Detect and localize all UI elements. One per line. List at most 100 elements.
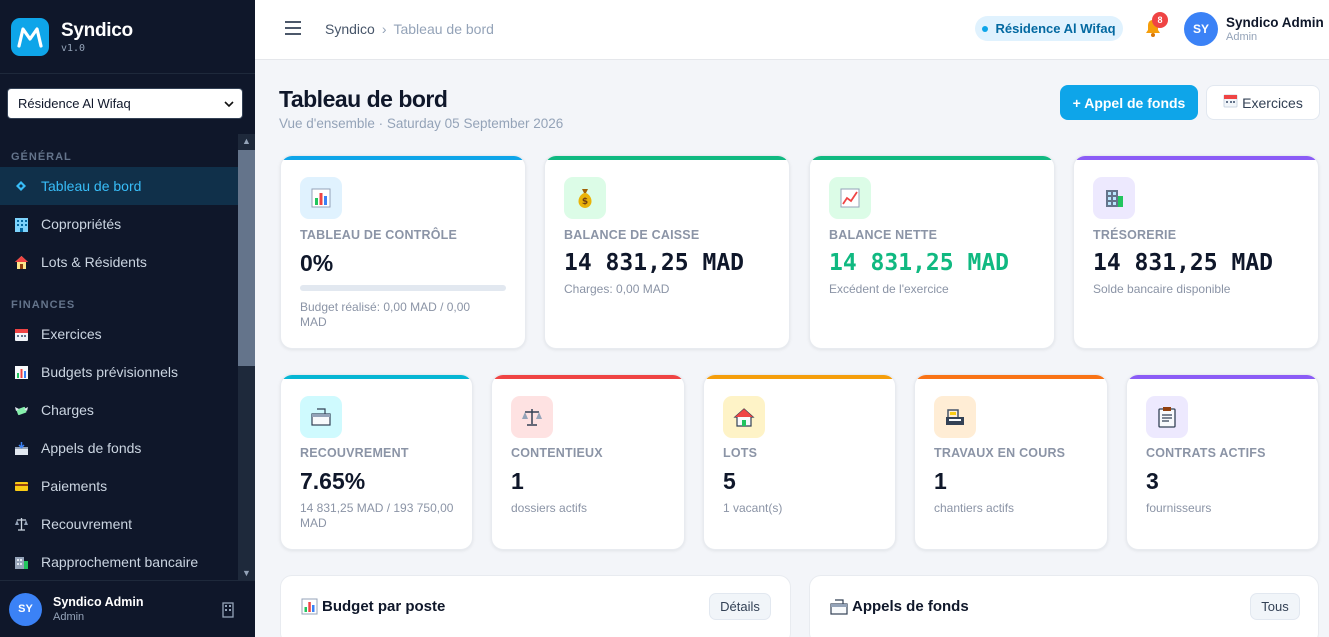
kpi-subtext: Charges: 0,00 MAD (564, 282, 670, 296)
sidebar-item-exercices[interactable]: Exercices (0, 315, 238, 353)
nav-section-title: FINANCES (11, 299, 76, 311)
kpi-accent-bar (281, 156, 525, 160)
kpi-accent-bar (1127, 375, 1318, 379)
scales-icon (13, 516, 29, 532)
sidebar-item-rapprochement-bancaire[interactable]: Rapprochement bancaire (0, 543, 238, 580)
kpi-label: BALANCE DE CAISSE (564, 228, 700, 242)
residence-select-value: Résidence Al Wifaq (18, 96, 131, 111)
sidebar-item-tableau-de-bord[interactable]: Tableau de bord (0, 167, 238, 205)
kpi-accent-bar (281, 375, 472, 379)
residence-badge-label: Résidence Al Wifaq (995, 21, 1116, 36)
user-menu[interactable]: SY Syndico Admin Admin (1184, 12, 1324, 46)
kpi-value: 3 (1146, 468, 1159, 494)
kpi-accent-bar (704, 375, 895, 379)
scroll-up-arrow-icon[interactable]: ▲ (238, 134, 255, 148)
bell-icon[interactable]: 8 (1144, 12, 1168, 42)
kpi-card-tresorerie[interactable]: TRÉSORERIE 14 831,25 MAD Solde bancaire … (1073, 155, 1319, 349)
panel-appels-de-fonds: Appels de fonds Tous (809, 575, 1319, 637)
menu-hamburger-icon[interactable] (285, 21, 301, 40)
chevron-down-icon (224, 96, 234, 111)
kpi-card-tableau-controle[interactable]: TABLEAU DE CONTRÔLE 0% Budget réalisé: 0… (280, 155, 526, 349)
panel-title-text: Appels de fonds (852, 598, 969, 615)
kpi-value: 14 831,25 MAD (1093, 250, 1274, 276)
clipboard-icon (1146, 396, 1188, 438)
nav-section-title: GÉNÉRAL (11, 151, 72, 163)
sidebar-nav: GÉNÉRAL Tableau de bord Copropriétés Lot… (0, 134, 238, 580)
sidebar-item-recouvrement[interactable]: Recouvrement (0, 505, 238, 543)
sidebar-item-paiements[interactable]: Paiements (0, 467, 238, 505)
house-icon (723, 396, 765, 438)
sidebar-item-label: Recouvrement (41, 516, 133, 532)
kpi-label: TABLEAU DE CONTRÔLE (300, 228, 458, 242)
brand[interactable]: Syndico v1.0 (0, 0, 255, 74)
kpi-card-lots[interactable]: LOTS 5 1 vacant(s) (703, 374, 896, 550)
panel-title-text: Budget par poste (322, 598, 446, 615)
kpi-card-balance-caisse[interactable]: $ BALANCE DE CAISSE 14 831,25 MAD Charge… (544, 155, 790, 349)
sidebar-user-role: Admin (53, 611, 85, 623)
scales-icon (511, 396, 553, 438)
sidebar-item-budgets-previsionnels[interactable]: Budgets prévisionnels (0, 353, 238, 391)
sidebar-scrollbar-thumb[interactable] (238, 150, 255, 366)
kpi-subtext: fournisseurs (1146, 501, 1212, 515)
kpi-accent-bar (810, 156, 1054, 160)
kpi-subtext: chantiers actifs (934, 501, 1015, 515)
page-subtitle: Vue d'ensemble · Saturday 05 September 2… (279, 116, 564, 131)
inbox-tray-icon (300, 396, 342, 438)
topbar: Syndico › Tableau de bord Résidence Al W… (255, 0, 1329, 60)
sidebar-item-label: Rapprochement bancaire (41, 554, 199, 570)
scroll-down-arrow-icon[interactable]: ▼ (238, 566, 255, 580)
breadcrumb-root[interactable]: Syndico (325, 21, 375, 37)
exercices-button[interactable]: Exercices (1206, 85, 1320, 120)
sidebar-item-lots-residents[interactable]: Lots & Résidents (0, 243, 238, 281)
residence-select[interactable]: Résidence Al Wifaq (7, 88, 243, 119)
kpi-subtext: Solde bancaire disponible (1093, 282, 1231, 296)
sidebar-item-label: Charges (41, 402, 94, 418)
diamond-icon (13, 178, 29, 194)
sidebar-item-label: Appels de fonds (41, 440, 142, 456)
breadcrumb-separator: › (381, 21, 387, 37)
kpi-card-contentieux[interactable]: CONTENTIEUX 1 dossiers actifs (491, 374, 685, 550)
sidebar-item-label: Paiements (41, 478, 108, 494)
kpi-subtext: Excédent de l'exercice (829, 282, 949, 296)
bar-chart-icon (13, 364, 29, 380)
kpi-card-balance-nette[interactable]: BALANCE NETTE 14 831,25 MAD Excédent de … (809, 155, 1055, 349)
avatar: SY (1184, 12, 1218, 46)
residence-badge[interactable]: Résidence Al Wifaq (975, 16, 1123, 41)
tous-button[interactable]: Tous (1250, 593, 1300, 620)
sidebar-user[interactable]: SY Syndico Admin Admin (0, 580, 255, 637)
breadcrumb: Syndico › Tableau de bord (325, 21, 494, 37)
kpi-value: 7.65% (300, 468, 366, 494)
kpi-value: 1 (511, 468, 524, 494)
sidebar-item-label: Exercices (41, 326, 102, 342)
bar-chart-icon (300, 177, 342, 219)
kpi-accent-bar (1074, 156, 1318, 160)
sidebar-scrollbar[interactable]: ▲ ▼ (238, 134, 255, 580)
kpi-card-travaux[interactable]: TRAVAUX EN COURS 1 chantiers actifs (914, 374, 1108, 550)
kpi-value: 5 (723, 468, 736, 494)
kpi-value: 1 (934, 468, 947, 494)
add-appel-de-fonds-button[interactable]: + Appel de fonds (1060, 85, 1198, 120)
kpi-label: TRAVAUX EN COURS (934, 446, 1066, 460)
sidebar-item-label: Tableau de bord (41, 178, 142, 194)
line-chart-icon (829, 177, 871, 219)
sidebar-item-coproprietes[interactable]: Copropriétés (0, 205, 238, 243)
details-button[interactable]: Détails (709, 593, 771, 620)
kpi-card-contrats[interactable]: CONTRATS ACTIFS 3 fournisseurs (1126, 374, 1319, 550)
kpi-label: CONTRATS ACTIFS (1146, 446, 1266, 460)
sidebar: Syndico v1.0 Résidence Al Wifaq GÉNÉRAL … (0, 0, 255, 637)
inbox-tray-icon (13, 440, 29, 456)
kpi-card-recouvrement[interactable]: RECOUVREMENT 7.65% 14 831,25 MAD / 193 7… (280, 374, 473, 550)
sidebar-user-name: Syndico Admin (53, 595, 144, 609)
kpi-accent-bar (545, 156, 789, 160)
svg-text:$: $ (582, 197, 588, 207)
status-dot-icon (982, 25, 989, 32)
money-bag-icon: $ (564, 177, 606, 219)
sidebar-item-charges[interactable]: Charges (0, 391, 238, 429)
bank-building-icon (13, 554, 29, 570)
sidebar-item-appels-de-fonds[interactable]: Appels de fonds (0, 429, 238, 467)
money-wings-icon (13, 402, 29, 418)
kpi-subtext: 14 831,25 MAD / 193 750,00 MAD (300, 501, 454, 530)
logout-door-icon[interactable] (222, 602, 234, 623)
kpi-label: CONTENTIEUX (511, 446, 603, 460)
house-icon (13, 254, 29, 270)
